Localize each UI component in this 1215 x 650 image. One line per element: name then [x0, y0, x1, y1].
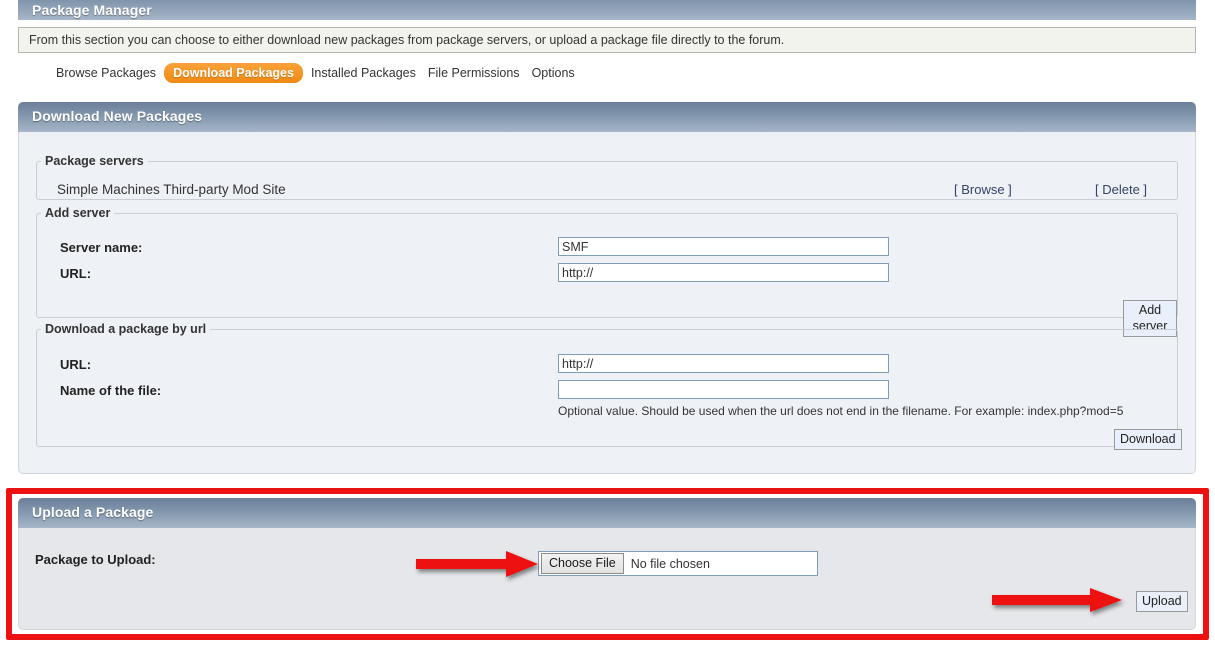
- add-server-legend: Add server: [41, 206, 114, 220]
- choose-file-button[interactable]: Choose File: [541, 553, 624, 574]
- add-server-fieldset: Add server Server name: URL: Add server: [36, 206, 1178, 318]
- server-browse-link[interactable]: [ Browse ]: [954, 182, 1012, 197]
- download-filename-label: Name of the file:: [60, 383, 161, 398]
- package-server-name: Simple Machines Third-party Mod Site: [57, 182, 286, 197]
- server-name-input[interactable]: [558, 237, 889, 256]
- page-title: Package Manager: [18, 0, 1196, 20]
- server-url-input[interactable]: [558, 263, 889, 282]
- package-manager-tabs: Browse Packages Download Packages Instal…: [50, 62, 581, 84]
- server-name-label: Server name:: [60, 240, 142, 255]
- tab-download-packages[interactable]: Download Packages: [164, 63, 303, 83]
- tab-options[interactable]: Options: [526, 64, 581, 82]
- server-url-label: URL:: [60, 266, 91, 281]
- server-delete-link[interactable]: [ Delete ]: [1095, 182, 1147, 197]
- package-servers-legend: Package servers: [41, 154, 148, 168]
- download-packages-panel-body: Package servers Simple Machines Third-pa…: [18, 132, 1196, 474]
- download-button[interactable]: Download: [1114, 429, 1182, 450]
- package-to-upload-label: Package to Upload:: [35, 552, 156, 567]
- download-by-url-legend: Download a package by url: [41, 322, 210, 336]
- tab-browse-packages[interactable]: Browse Packages: [50, 64, 162, 82]
- upload-package-panel-title: Upload a Package: [18, 498, 1196, 528]
- download-filename-hint: Optional value. Should be used when the …: [558, 404, 1123, 418]
- package-server-row: Simple Machines Third-party Mod Site [ B…: [37, 182, 1177, 204]
- download-url-label: URL:: [60, 357, 91, 372]
- section-description: From this section you can choose to eith…: [18, 27, 1196, 53]
- upload-button[interactable]: Upload: [1136, 591, 1188, 612]
- tab-installed-packages[interactable]: Installed Packages: [305, 64, 422, 82]
- upload-package-panel-body: Package to Upload: Upload: [18, 528, 1196, 630]
- package-servers-fieldset: Package servers Simple Machines Third-pa…: [36, 154, 1178, 200]
- package-manager-page: Package Manager From this section you ca…: [0, 0, 1215, 650]
- download-url-input[interactable]: [558, 354, 889, 373]
- download-packages-panel-title: Download New Packages: [18, 102, 1196, 132]
- package-file-input[interactable]: Choose File No file chosen: [538, 551, 818, 576]
- file-status-text: No file chosen: [631, 557, 710, 571]
- download-by-url-fieldset: Download a package by url URL: Name of t…: [36, 322, 1178, 447]
- download-filename-input[interactable]: [558, 380, 889, 399]
- tab-file-permissions[interactable]: File Permissions: [422, 64, 526, 82]
